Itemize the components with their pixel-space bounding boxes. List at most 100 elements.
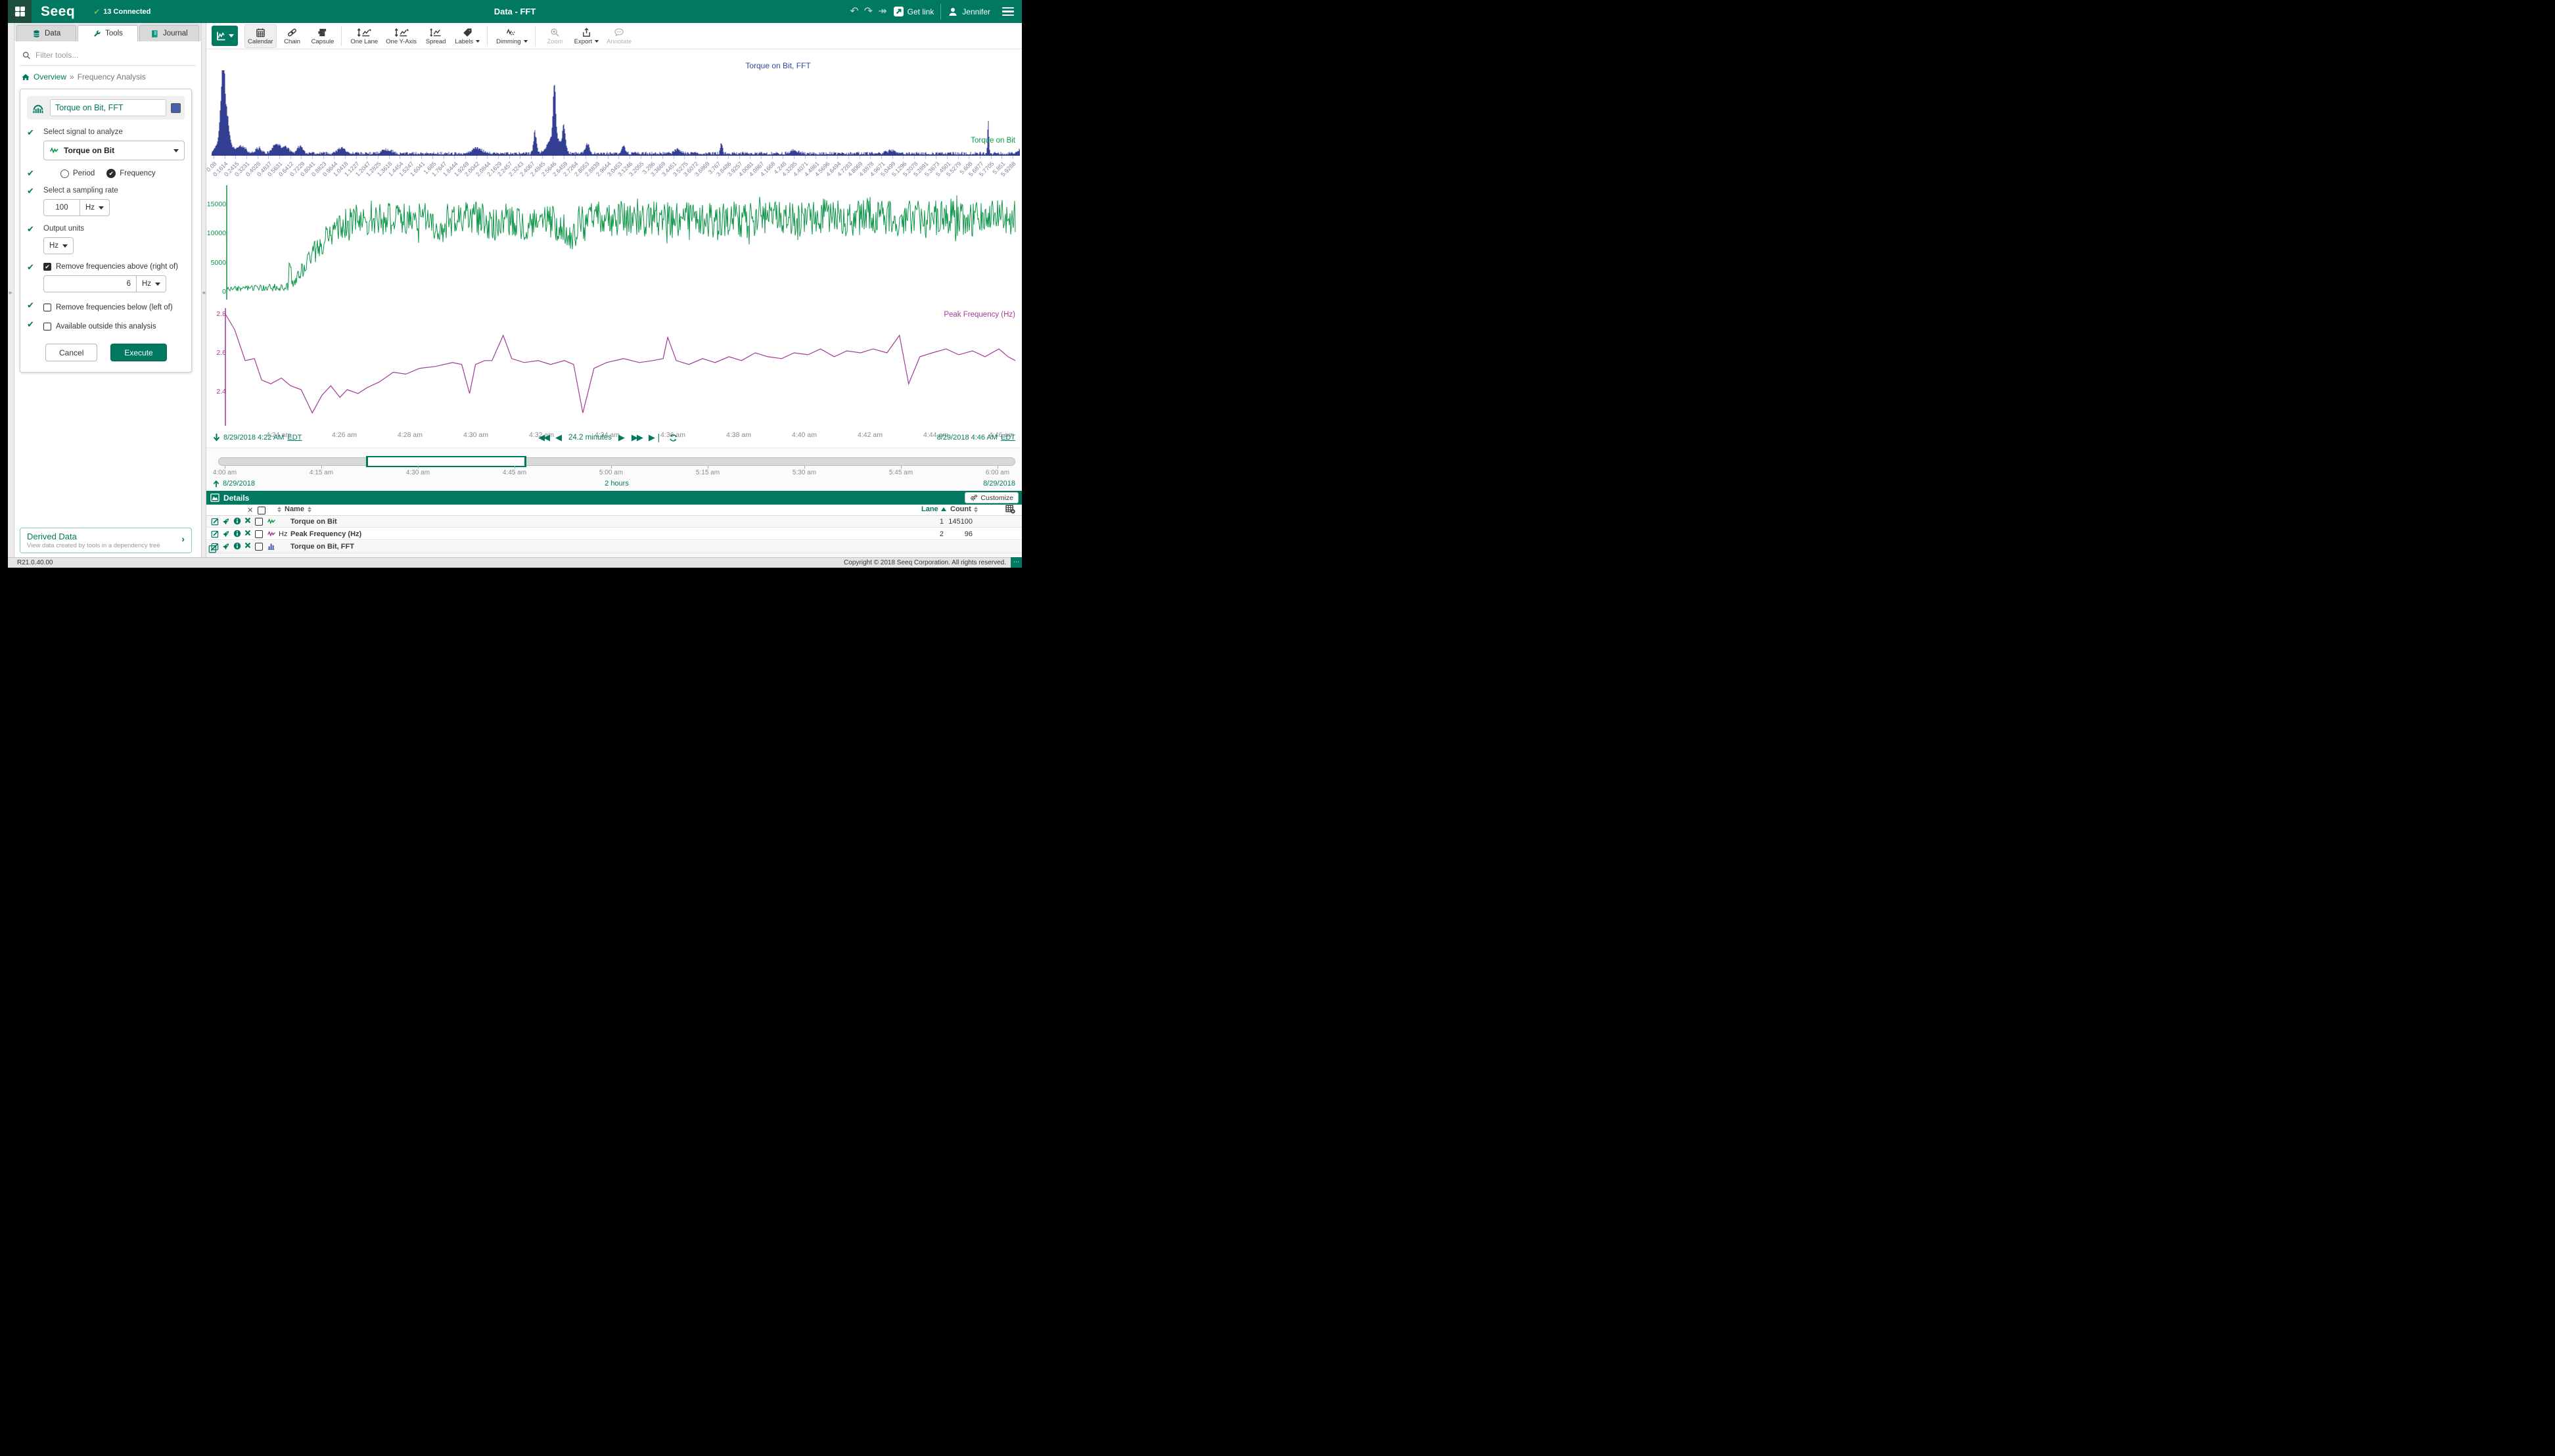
toolbar-one-y-axis-button[interactable]: One Y-Axis: [382, 24, 420, 48]
step-back-much-icon[interactable]: ◀◀: [538, 432, 549, 443]
filter-tools-input[interactable]: [35, 51, 167, 60]
remove-icon[interactable]: [244, 517, 251, 526]
remove-icon[interactable]: [244, 542, 251, 551]
sort-icon[interactable]: [277, 507, 281, 512]
remove-above-input[interactable]: [43, 275, 137, 292]
sort-icon[interactable]: [308, 507, 311, 512]
hamburger-menu-icon[interactable]: [1002, 7, 1014, 16]
chat-widget-button[interactable]: ⋯: [1011, 557, 1022, 568]
toolbar-chain-button[interactable]: Chain: [278, 24, 307, 48]
step-forward-much-icon[interactable]: ▶▶: [632, 432, 642, 443]
scrubber-end-date[interactable]: 8/29/2018: [983, 480, 1015, 488]
row-checkbox[interactable]: [255, 518, 263, 526]
redo-icon[interactable]: ↷: [864, 7, 873, 17]
range-start-timezone[interactable]: EDT: [287, 434, 302, 442]
main-area: Calendar Chain Capsule One Lane One Y-Ax…: [206, 23, 1022, 557]
chart-toolbar: Calendar Chain Capsule One Lane One Y-Ax…: [206, 23, 1022, 49]
remove-above-checkbox[interactable]: ✔: [43, 263, 51, 271]
radio-period[interactable]: Period: [60, 170, 95, 178]
edit-icon[interactable]: [211, 530, 219, 540]
info-icon[interactable]: [233, 542, 241, 552]
remove-all-icon[interactable]: ✕: [247, 506, 253, 514]
chevron-down-icon: [524, 40, 528, 43]
column-lane[interactable]: Lane: [921, 505, 946, 513]
peak-frequency-chart[interactable]: [206, 306, 1022, 428]
tab-tools[interactable]: Tools: [78, 25, 137, 41]
color-swatch[interactable]: [171, 103, 181, 113]
info-icon[interactable]: [233, 517, 241, 527]
fft-axis-tick: [246, 156, 247, 159]
toolbar-capsule-button[interactable]: Capsule: [308, 24, 338, 48]
rocket-icon[interactable]: [222, 542, 230, 553]
customize-button[interactable]: Customize: [965, 492, 1019, 503]
step-back-icon[interactable]: ◀: [555, 432, 562, 443]
table-row[interactable]: Torque on Bit 1 145100: [206, 516, 1022, 528]
toolbar-zoom-button[interactable]: Zoom: [541, 24, 570, 48]
toolbar-export-button[interactable]: Export: [571, 24, 602, 48]
scrubber-duration[interactable]: 2 hours: [218, 480, 1015, 488]
sort-icon: [974, 507, 978, 512]
range-duration[interactable]: 24.2 minutes: [568, 434, 612, 442]
range-end-timezone[interactable]: EDT: [1001, 434, 1015, 442]
remove-icon[interactable]: [244, 530, 251, 538]
toolbar-one-lane-button[interactable]: One Lane: [347, 24, 381, 48]
info-icon[interactable]: [233, 530, 241, 539]
user-menu[interactable]: Jennifer: [948, 7, 990, 17]
scrubber-selection-window[interactable]: [367, 456, 526, 467]
select-all-checkbox[interactable]: [258, 507, 265, 514]
tab-data[interactable]: Data: [16, 25, 76, 41]
output-unit-dropdown[interactable]: Hz: [43, 237, 74, 254]
range-start[interactable]: 8/29/2018 4:22 AM EDT: [213, 434, 302, 442]
home-icon[interactable]: [21, 73, 30, 81]
remove-below-checkbox[interactable]: [43, 304, 51, 311]
available-outside-checkbox[interactable]: [43, 323, 51, 330]
cancel-button[interactable]: Cancel: [45, 344, 97, 361]
fft-axis-tick: [717, 156, 718, 159]
edit-icon[interactable]: [211, 517, 219, 528]
signal-select-dropdown[interactable]: Torque on Bit: [43, 141, 185, 160]
rocket-icon[interactable]: [222, 530, 230, 540]
range-end[interactable]: 8/29/2018 4:46 AM EDT: [937, 434, 1015, 442]
expand-data-panel-icon[interactable]: »: [9, 289, 12, 296]
execute-button[interactable]: Execute: [110, 344, 166, 361]
redo-all-icon[interactable]: ↠: [878, 7, 886, 17]
radio-frequency[interactable]: ✔Frequency: [106, 169, 155, 178]
table-row[interactable]: Torque on Bit, FFT: [206, 541, 1022, 553]
row-checkbox[interactable]: [255, 530, 263, 538]
step-forward-icon[interactable]: ▶: [618, 432, 625, 443]
row-checkbox[interactable]: [255, 543, 263, 551]
tab-journal[interactable]: Journal: [139, 25, 199, 41]
app-grid-button[interactable]: [8, 0, 32, 23]
rocket-icon[interactable]: [222, 517, 230, 528]
sampling-unit-dropdown[interactable]: Hz: [80, 199, 110, 216]
step-to-end-icon[interactable]: ▶❘: [649, 432, 662, 443]
range-start-datetime: 8/29/2018 4:22 AM: [223, 434, 284, 442]
connection-status[interactable]: ✔ 13 Connected: [93, 7, 150, 16]
remove-above-unit-dropdown[interactable]: Hz: [137, 275, 166, 292]
trend-charts[interactable]: Torque on Bit, FFT 0.080.16140.24150.323…: [206, 49, 1022, 430]
toolbar-spread-button[interactable]: Spread: [421, 24, 450, 48]
derived-data-panel[interactable]: Derived Data View data created by tools …: [20, 528, 192, 553]
undo-icon[interactable]: ↶: [850, 7, 858, 17]
refresh-icon[interactable]: [669, 434, 678, 442]
journal-entry-icon[interactable]: [208, 544, 218, 557]
scrubber-track[interactable]: [218, 457, 1015, 466]
toolbar-labels-button[interactable]: Labels: [451, 24, 483, 48]
toolbar-annotate-button[interactable]: Annotate: [603, 24, 635, 48]
breadcrumb-overview-link[interactable]: Overview: [34, 72, 66, 81]
torque-chart[interactable]: [206, 184, 1022, 301]
chart-type-button[interactable]: [212, 26, 238, 46]
fft-axis-tick: [312, 156, 313, 159]
get-link-button[interactable]: Get link: [894, 7, 934, 16]
collapse-sidebar-icon[interactable]: «: [202, 289, 206, 296]
toolbar-separator: [341, 26, 342, 46]
fft-spectrum-chart[interactable]: [212, 70, 1020, 156]
sampling-rate-input[interactable]: [43, 199, 80, 216]
seeq-logo[interactable]: Seeq: [41, 4, 75, 20]
add-column-icon[interactable]: [1005, 505, 1015, 516]
toolbar-calendar-button[interactable]: Calendar: [244, 24, 277, 48]
tool-name-input[interactable]: [50, 99, 166, 116]
table-row[interactable]: Hz Peak Frequency (Hz) 2 96: [206, 528, 1022, 540]
toolbar-dimming-button[interactable]: Dimming: [493, 24, 530, 48]
column-count[interactable]: Count: [950, 505, 978, 513]
